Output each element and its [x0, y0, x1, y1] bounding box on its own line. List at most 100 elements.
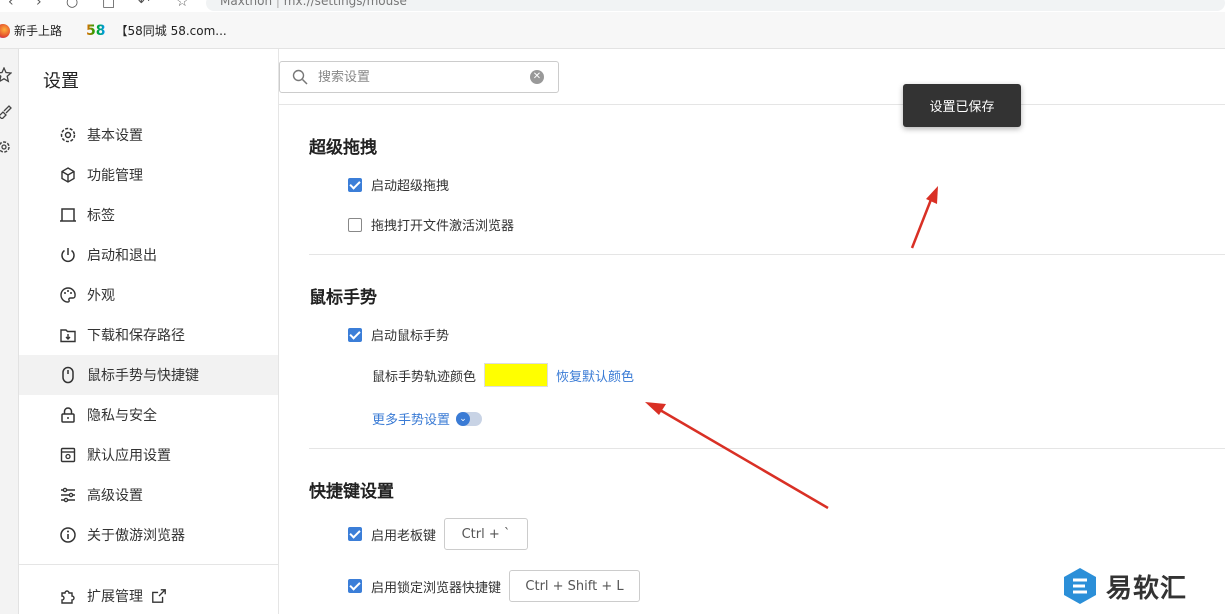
mouse-gesture-enable-checkbox[interactable]	[348, 327, 362, 342]
tab-icon	[60, 208, 76, 222]
section-title-shortcuts: 快捷键设置	[309, 482, 394, 502]
boss-key-row[interactable]: 启用老板键 Ctrl + `	[348, 518, 529, 550]
sidebar-item-label: 关于傲游浏览器	[87, 528, 185, 544]
expand-toggle[interactable]: ⌄	[456, 411, 483, 426]
power-icon	[61, 248, 75, 263]
section-title-super-drag: 超级拖拽	[309, 138, 377, 158]
bookmark-label: 【58同城 58.com...	[115, 24, 227, 38]
sidebar-item-startup[interactable]: 启动和退出	[19, 235, 278, 275]
sidebar-item-label: 功能管理	[87, 168, 143, 184]
settings-sidebar: 设置 基本设置 功能管理 标签 启动和退出 外观 下载和保存路径 鼠标手势与快捷…	[19, 49, 279, 614]
gesture-color-label: 鼠标手势轨迹颜色	[372, 369, 477, 385]
bookmark-item[interactable]: 58 【58同城 58.com...	[86, 22, 227, 39]
saved-toast: 设置已保存	[903, 84, 1021, 127]
sidebar-divider	[19, 564, 278, 565]
sidebar-item-label: 高级设置	[87, 488, 143, 504]
section-divider	[309, 254, 1225, 255]
sliders-icon	[61, 487, 75, 503]
reset-color-link[interactable]: 恢复默认颜色	[556, 366, 634, 385]
sidebar-item-about[interactable]: 关于傲游浏览器	[19, 515, 278, 555]
sidebar-item-label: 下载和保存路径	[87, 328, 185, 344]
more-gesture-link[interactable]: 更多手势设置	[372, 409, 450, 428]
sidebar-item-appearance[interactable]: 外观	[19, 275, 278, 315]
sidebar-item-tabs[interactable]: 标签	[19, 195, 278, 235]
drag-open-file-row[interactable]: 拖拽打开文件激活浏览器	[348, 215, 514, 234]
sidebar-item-label: 启动和退出	[87, 248, 157, 264]
bookmark-label: 新手上路	[14, 24, 63, 38]
header-divider	[279, 104, 1225, 105]
lock-icon	[61, 407, 75, 423]
bookmark-item[interactable]: 新手上路	[0, 22, 62, 39]
puzzle-icon	[61, 590, 75, 604]
sidebar-item-label: 标签	[87, 208, 115, 224]
checkbox-label: 拖拽打开文件激活浏览器	[371, 219, 515, 234]
star-outline-icon[interactable]	[0, 67, 12, 83]
red-arrow-toast	[910, 186, 938, 249]
lock-shortcut-checkbox[interactable]	[348, 579, 362, 593]
sidebar-item-privacy[interactable]: 隐私与安全	[19, 395, 278, 435]
bookmarks-bar: 新手上路 58 【58同城 58.com...	[0, 12, 1225, 49]
sidebar-item-features[interactable]: 功能管理	[19, 155, 278, 195]
drag-open-file-checkbox[interactable]	[348, 217, 362, 232]
section-divider	[309, 448, 1225, 449]
boss-key-checkbox[interactable]	[348, 527, 362, 541]
address-bar[interactable]: Maxthon | mx://settings/mouse	[206, 0, 1225, 11]
checkbox-label: 启动超级拖拽	[371, 179, 450, 194]
url-text: mx://settings/mouse	[283, 0, 407, 8]
sidebar-item-label: 隐私与安全	[87, 408, 157, 424]
side-strip	[0, 49, 19, 614]
gear-icon	[60, 127, 76, 143]
download-icon	[60, 329, 76, 343]
super-drag-enable-checkbox[interactable]	[348, 177, 362, 192]
watermark-text: 易软汇	[1106, 573, 1188, 604]
firefox-icon	[0, 23, 10, 38]
star-icon[interactable]: ☆	[176, 0, 189, 10]
mouse-icon	[62, 366, 74, 384]
lock-shortcut-row[interactable]: 启用锁定浏览器快捷键 Ctrl + Shift + L	[348, 570, 641, 602]
watermark-logo	[1064, 568, 1096, 604]
sidebar-item-label: 扩展管理	[87, 589, 143, 605]
external-link-icon[interactable]	[151, 588, 167, 604]
refresh-icon[interactable]: ○	[66, 0, 78, 10]
sidebar-item-label: 鼠标手势与快捷键	[87, 368, 199, 384]
app-icon	[60, 447, 76, 463]
lock-shortcut-input[interactable]: Ctrl + Shift + L	[509, 570, 641, 602]
red-arrow-swatch	[645, 402, 829, 510]
checkbox-label: 启动鼠标手势	[371, 329, 450, 344]
sidebar-item-basic[interactable]: 基本设置	[19, 115, 278, 155]
undo-icon[interactable]: ↶	[138, 0, 150, 10]
watermark: 易软汇	[1060, 566, 1187, 606]
sidebar-item-extensions[interactable]: 扩展管理	[19, 576, 278, 616]
back-icon[interactable]: ‹	[8, 0, 14, 10]
mouse-gesture-enable-row[interactable]: 启动鼠标手势	[348, 325, 449, 344]
search-input[interactable]	[318, 69, 518, 85]
home-icon[interactable]: □	[102, 0, 115, 10]
sidebar-item-label: 默认应用设置	[87, 448, 171, 464]
section-title-mouse-gesture: 鼠标手势	[309, 288, 377, 308]
checkbox-label: 启用锁定浏览器快捷键	[371, 580, 502, 596]
page-title: 设置	[43, 71, 79, 92]
sidebar-item-advanced[interactable]: 高级设置	[19, 475, 278, 515]
58-logo-icon: 58	[86, 22, 106, 39]
sidebar-item-label: 外观	[87, 288, 115, 304]
super-drag-enable-row[interactable]: 启动超级拖拽	[348, 175, 449, 194]
info-icon	[60, 527, 76, 543]
palette-icon	[60, 287, 76, 303]
browser-toolbar: ‹ › ○ □ ↶ ☆ Maxthon | mx://settings/mous…	[0, 0, 1225, 12]
gesture-color-swatch[interactable]	[484, 363, 549, 387]
url-prefix: Maxthon	[220, 0, 273, 8]
brush-icon[interactable]	[0, 103, 12, 119]
boss-key-input[interactable]: Ctrl + `	[444, 518, 529, 550]
forward-icon[interactable]: ›	[36, 0, 42, 10]
checkbox-label: 启用老板键	[371, 528, 437, 544]
settings-search[interactable]: ✕	[279, 61, 559, 93]
gear-icon[interactable]	[0, 139, 12, 155]
gesture-color-row: 鼠标手势轨迹颜色 恢复默认颜色	[372, 363, 634, 387]
cube-icon	[61, 167, 75, 183]
more-gesture-settings[interactable]: 更多手势设置 ⌄	[372, 409, 483, 428]
clear-icon[interactable]: ✕	[530, 70, 544, 84]
sidebar-item-download[interactable]: 下载和保存路径	[19, 315, 278, 355]
sidebar-item-default-apps[interactable]: 默认应用设置	[19, 435, 278, 475]
chevron-down-icon: ⌄	[456, 411, 471, 426]
sidebar-item-mouse[interactable]: 鼠标手势与快捷键	[19, 355, 278, 395]
